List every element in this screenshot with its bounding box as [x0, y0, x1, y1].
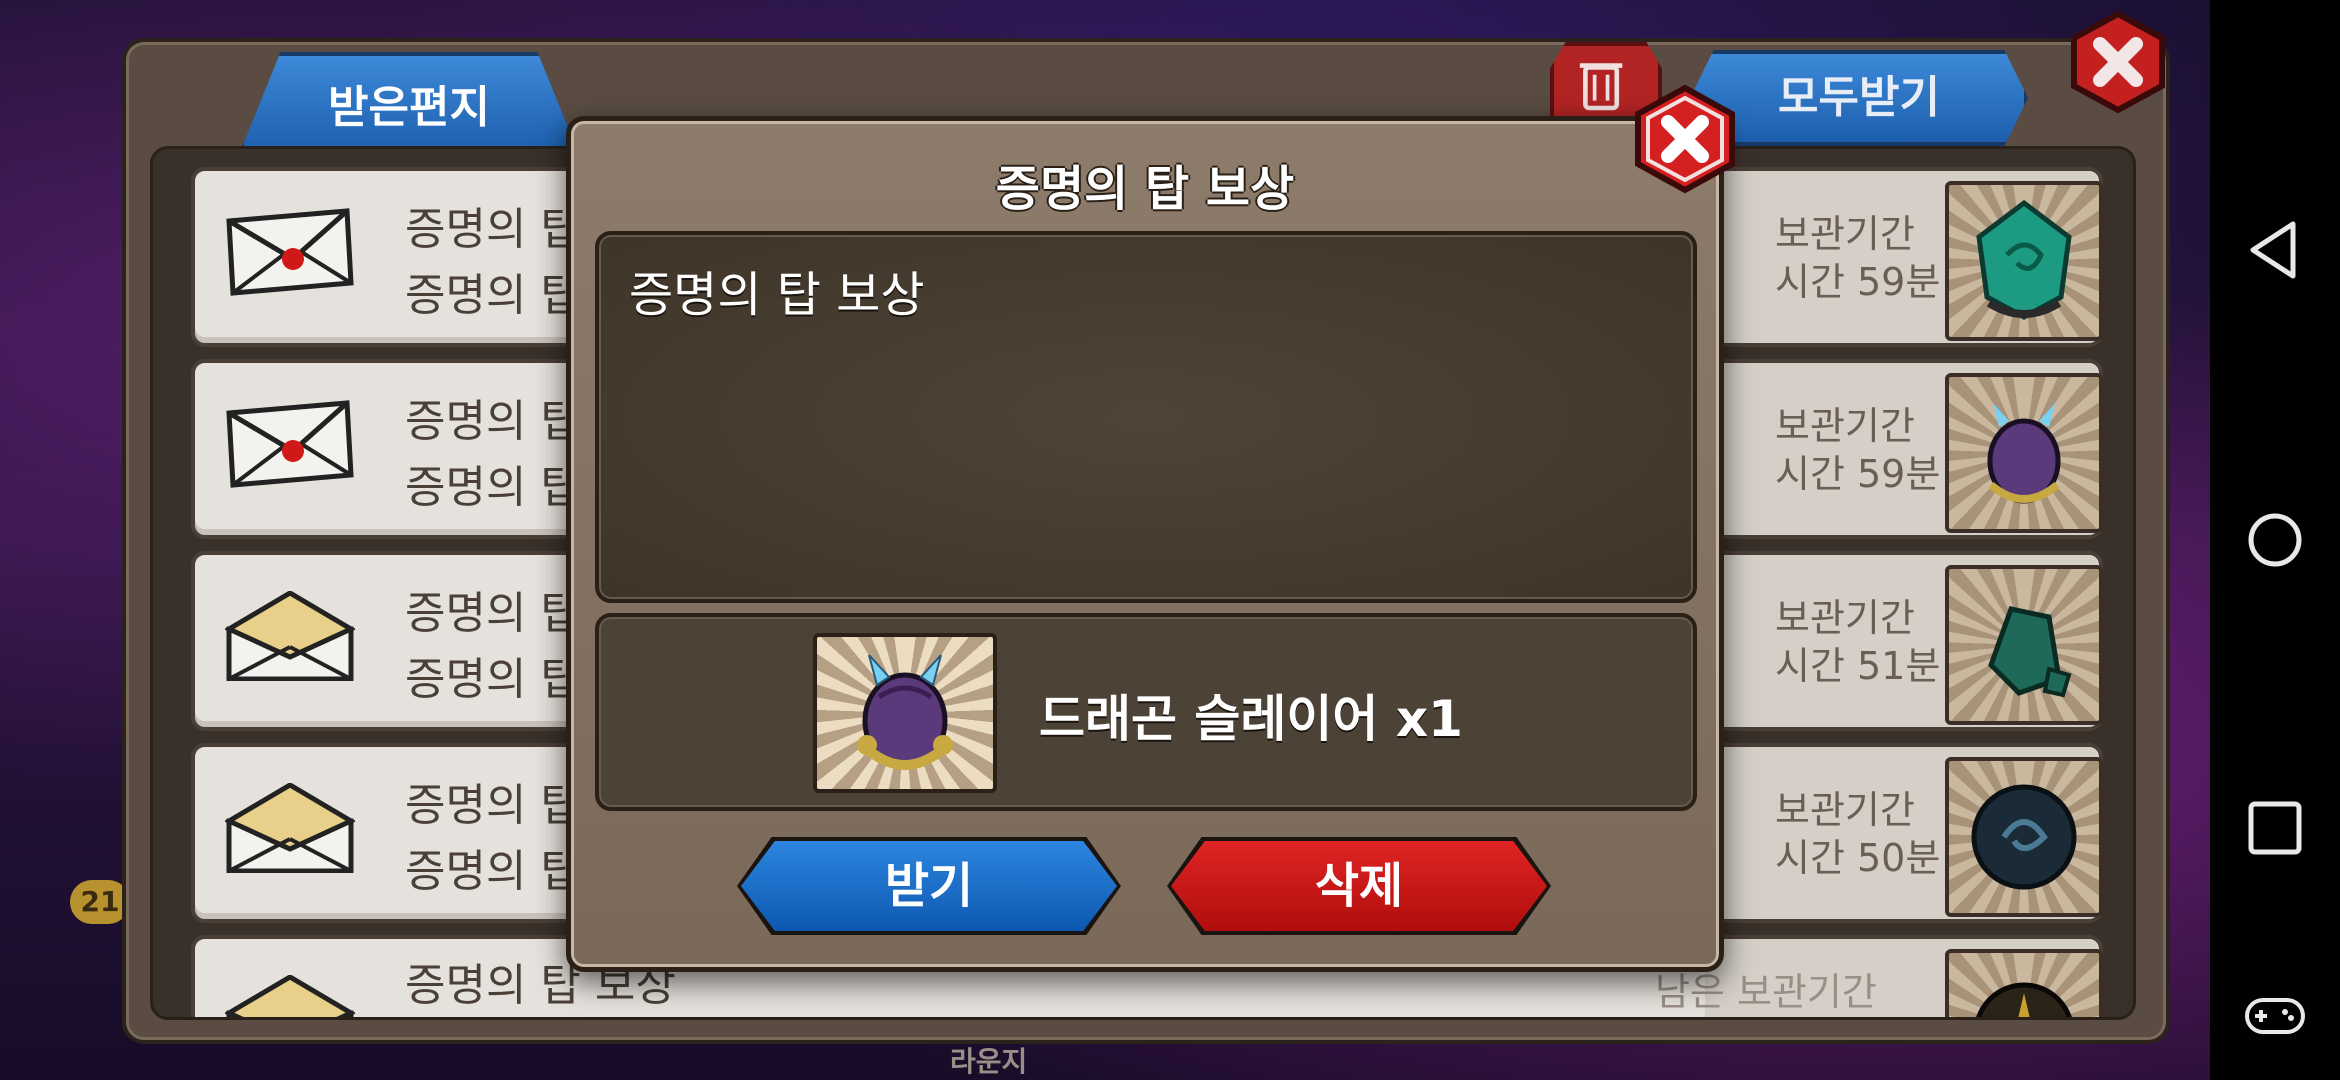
green-stone-icon: [1988, 606, 2072, 698]
keep-period-label: 보관기간: [1775, 212, 1915, 256]
crystal-egg-icon: [1976, 199, 2072, 320]
keep-period-time: 시간 50분: [1775, 836, 1941, 880]
recents-square-icon[interactable]: [2235, 788, 2315, 868]
mail-title: 증명의 탑: [405, 204, 581, 255]
reward-box: 드래곤 슬레이어 x1: [595, 613, 1697, 811]
dragon-egg-icon: [1987, 403, 2061, 504]
sealed-envelope-icon: [226, 400, 354, 488]
tab-inbox-label: 받은편지: [328, 82, 490, 133]
dragon-egg-icon: [857, 654, 953, 770]
reward-thumbnail: [1945, 373, 2103, 533]
mail-title: 증명의 탑: [405, 588, 581, 639]
keep-period-time: 시간 59분: [1775, 452, 1941, 496]
delete-button[interactable]: 삭제: [1171, 841, 1547, 931]
close-icon[interactable]: [1630, 84, 1740, 194]
back-triangle-icon[interactable]: [2235, 210, 2315, 290]
message-text: 증명의 탑 보상: [629, 267, 925, 323]
reward-thumbnail: [1945, 757, 2103, 917]
dark-orb-icon: [1976, 982, 2072, 1017]
mail-subtitle: 증명의 탑: [405, 654, 581, 705]
opened-envelope-icon: [225, 783, 355, 873]
mail-title: 증명의 탑: [405, 780, 581, 831]
reward-thumbnail: [1945, 565, 2103, 725]
message-box: 증명의 탑 보상: [595, 231, 1697, 603]
gamepad-icon[interactable]: [2235, 976, 2315, 1056]
tab-inbox[interactable]: 받은편지: [240, 52, 578, 152]
mail-title: 증명의 탑: [405, 396, 581, 447]
dark-swirl-icon: [1971, 784, 2077, 890]
opened-envelope-icon: [225, 591, 355, 681]
reward-thumbnail: [1945, 949, 2103, 1017]
keep-period-label: 보관기간: [1775, 788, 1915, 832]
receive-button[interactable]: 받기: [741, 841, 1117, 931]
mail-subtitle: 증명의 탑: [405, 270, 581, 321]
dialog-title: 증명의 탑 보상: [995, 161, 1295, 217]
reward-item-thumbnail: [813, 633, 997, 793]
mail-subtitle: 증명의 탑: [405, 462, 581, 513]
keep-period-time: 시간 59분: [1775, 260, 1941, 304]
reward-thumbnail: [1945, 181, 2103, 341]
mail-subtitle: 증명의 탑: [405, 846, 581, 897]
home-circle-icon[interactable]: [2235, 500, 2315, 580]
close-icon[interactable]: [2066, 10, 2170, 114]
receive-all-button[interactable]: 모두받기: [1690, 50, 2028, 146]
system-nav-bar: [2210, 0, 2340, 1080]
keep-period-label: 보관기간: [1775, 404, 1915, 448]
sealed-envelope-icon: [226, 208, 354, 296]
keep-period-label: 보관기간: [1775, 596, 1915, 640]
opened-envelope-icon: [225, 975, 355, 1017]
level-badge: 21: [70, 880, 130, 924]
reward-item-name: 드래곤 슬레이어 x1: [1039, 690, 1463, 748]
reward-dialog: 증명의 탑 보상 증명의 탑 보상 드래곤 슬레이어 x1 받기 삭제: [566, 116, 1724, 972]
keep-period-time: 시간 51분: [1775, 644, 1941, 688]
background-caption: 라운지: [950, 1045, 1028, 1078]
